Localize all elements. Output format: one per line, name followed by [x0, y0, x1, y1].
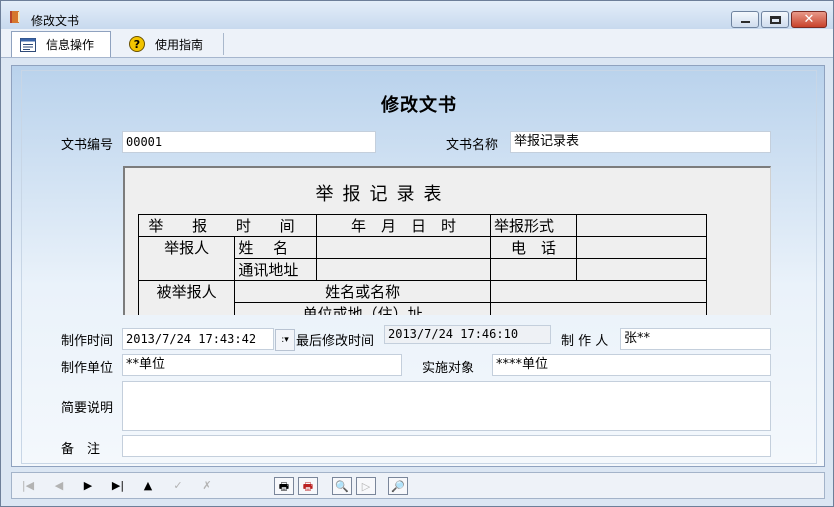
tab-info-operation-label: 信息操作 — [46, 38, 95, 52]
reporter-extra-1 — [490, 258, 577, 281]
cancel-icon[interactable]: ✗ — [197, 477, 217, 495]
reporter-address-value — [316, 258, 491, 281]
reporter-name-value — [316, 236, 491, 259]
close-button[interactable]: ✕ — [791, 11, 827, 28]
remarks-label: 备 注 — [61, 442, 101, 457]
doc-name-field[interactable]: 举报记录表 — [510, 131, 771, 153]
form-icon — [20, 37, 36, 52]
target-label: 实施对象 — [422, 361, 475, 376]
summary-field[interactable] — [122, 381, 771, 431]
search-icon[interactable]: 🔎 — [388, 477, 408, 495]
unit-label: 制作单位 — [61, 361, 114, 376]
document-preview[interactable]: 举报记录表 举 报 时 间 年 月 日 时 举报形式 举报人 姓 名 电 话 通… — [123, 166, 771, 315]
report-form-value — [576, 214, 707, 237]
created-time-dropdown[interactable]: :▾ — [275, 329, 295, 351]
window-title: 修改文书 — [31, 14, 80, 28]
maximize-button[interactable] — [761, 11, 789, 28]
toolbar-divider — [223, 33, 224, 55]
modified-time-field: 2013/7/24 17:46:10 — [384, 325, 551, 344]
tab-user-guide-label: 使用指南 — [155, 37, 204, 52]
toolbar: 信息操作 ? 使用指南 — [1, 29, 833, 58]
reporter-extra-2 — [576, 258, 707, 281]
reporter-label: 举报人 — [137, 236, 236, 281]
svg-text:?: ? — [134, 38, 140, 51]
next-icon[interactable]: ▶ — [78, 477, 98, 495]
report-table: 举 报 时 间 年 月 日 时 举报形式 举报人 姓 名 电 话 通讯地址 被举… — [137, 214, 707, 315]
reporter-phone-label: 电 话 — [490, 236, 577, 259]
print-icon[interactable]: 🖶 — [274, 477, 294, 495]
report-time-label: 举 报 时 间 — [138, 214, 317, 237]
report-form-label: 举报形式 — [490, 214, 577, 237]
prev-icon[interactable]: ◀ — [49, 477, 69, 495]
tab-user-guide[interactable]: ? 使用指南 — [121, 31, 221, 57]
doc-number-field[interactable]: 00001 — [122, 131, 376, 153]
navigation-bar: |◀ ◀ ▶ ▶| ▲ ✓ ✗ 🖶 🖶 🔍 ▷ 🔎 — [11, 472, 825, 499]
reported-name-value — [490, 280, 707, 303]
form-title: 修改文书 — [381, 95, 457, 116]
form-panel: 修改文书 文书编号 00001 文书名称 举报记录表 举报记录表 举 报 时 间… — [11, 65, 825, 467]
reporter-phone-value — [576, 236, 707, 259]
summary-label: 简要说明 — [61, 401, 114, 416]
title-bar: 修改文书 ✕ — [1, 1, 833, 29]
unit-field[interactable]: **单位 — [122, 354, 402, 376]
first-icon[interactable]: |◀ — [18, 477, 38, 495]
up-icon[interactable]: ▲ — [138, 477, 158, 495]
last-icon[interactable]: ▶| — [108, 477, 128, 495]
minimize-icon — [741, 21, 750, 23]
main-window: 修改文书 ✕ 信息操作 ? 使用指南 修改文书 文书编号 00001 文书名称 … — [0, 0, 834, 507]
doc-name-label: 文书名称 — [446, 138, 499, 153]
reported-name-label: 姓名或名称 — [234, 280, 491, 303]
reporter-name-label: 姓 名 — [234, 236, 317, 259]
maximize-icon — [770, 16, 781, 24]
created-time-label: 制作时间 — [61, 334, 114, 349]
play-icon[interactable]: ▷ — [356, 477, 376, 495]
reported-party-label: 被举报人 — [137, 280, 236, 315]
book-icon — [10, 11, 20, 23]
doc-number-label: 文书编号 — [61, 138, 114, 153]
target-field[interactable]: ****单位 — [492, 354, 771, 376]
tab-info-operation[interactable]: 信息操作 — [11, 31, 111, 57]
report-time-fields: 年 月 日 时 — [316, 214, 491, 237]
reported-address-value — [490, 302, 707, 315]
minimize-button[interactable] — [731, 11, 759, 28]
modified-time-label: 最后修改时间 — [296, 334, 375, 349]
reporter-address-label: 通讯地址 — [234, 258, 317, 281]
close-icon: ✕ — [803, 12, 815, 27]
reported-address-label: 单位或地（住）址 — [234, 302, 491, 315]
print-red-icon[interactable]: 🖶 — [298, 477, 318, 495]
author-label: 制 作 人 — [561, 334, 609, 349]
author-field[interactable]: 张** — [620, 328, 771, 350]
created-time-field[interactable]: 2013/7/24 17:43:42 — [122, 328, 274, 350]
confirm-icon[interactable]: ✓ — [168, 477, 188, 495]
help-icon: ? — [129, 36, 145, 52]
document-title: 举报记录表 — [315, 184, 451, 205]
print-preview-icon[interactable]: 🔍 — [332, 477, 352, 495]
remarks-field[interactable] — [122, 435, 771, 457]
